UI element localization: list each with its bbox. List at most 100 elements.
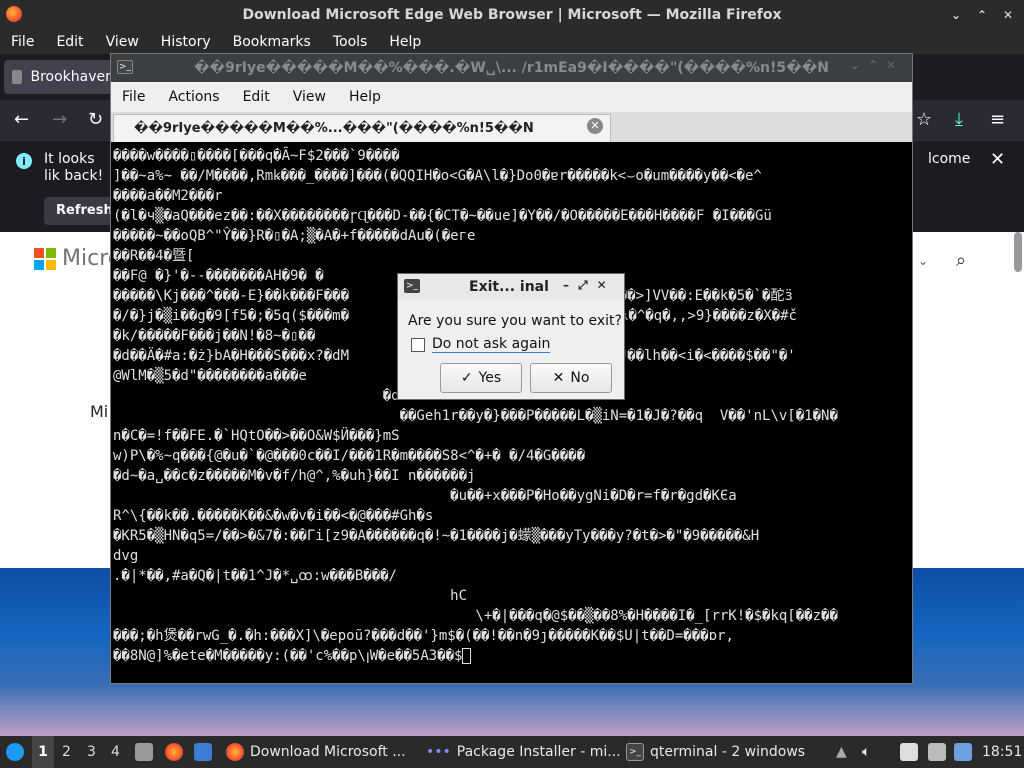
terminal-icon: >_ bbox=[117, 60, 133, 74]
taskbar-window-package-installer[interactable]: ••• Package Installer - mi... bbox=[426, 736, 621, 768]
update-notifier-icon[interactable] bbox=[954, 736, 972, 768]
network-icon[interactable] bbox=[928, 736, 946, 768]
terminal-menubar: File Actions Edit View Help bbox=[111, 82, 912, 112]
terminal-icon: >_ bbox=[626, 743, 644, 761]
terminal-line: hC bbox=[113, 588, 468, 604]
terminal-output[interactable]: ����w����▯����[���q�Ȃ~F$2���`9���� ]��~a%… bbox=[113, 146, 910, 680]
tray-scroll-icon[interactable]: ▲ bbox=[836, 736, 847, 768]
no-button[interactable]: ✕ No bbox=[530, 363, 612, 393]
search-icon[interactable]: ⌕ bbox=[956, 250, 966, 271]
clock[interactable]: 18:51 bbox=[982, 736, 1022, 768]
firefox-titlebar: Download Microsoft Edge Web Browser | Mi… bbox=[0, 0, 1024, 30]
firefox-launcher-icon[interactable] bbox=[165, 736, 183, 768]
terminal-line: �u��+x���P�Ho��ygNi�D�r=f�r�gd�KЄa bbox=[113, 488, 737, 504]
maximize-icon[interactable]: ⌃ bbox=[972, 5, 992, 25]
bookmark-star-icon[interactable]: ☆ bbox=[916, 109, 932, 130]
menu-history[interactable]: History bbox=[150, 34, 222, 50]
tab-favicon-icon bbox=[12, 70, 23, 84]
show-desktop-icon[interactable] bbox=[194, 736, 212, 768]
menu-view[interactable]: View bbox=[95, 34, 150, 50]
browser-tab-label: Brookhaven bbox=[30, 69, 114, 85]
workspace-2[interactable]: 2 bbox=[62, 736, 71, 768]
firefox-icon bbox=[226, 743, 244, 761]
menu-help[interactable]: Help bbox=[378, 34, 432, 50]
do-not-ask-label[interactable]: Do not ask again bbox=[432, 336, 551, 353]
workspace-4[interactable]: 4 bbox=[111, 736, 120, 768]
close-icon[interactable]: ✕ bbox=[998, 5, 1018, 25]
terminal-menu-file[interactable]: File bbox=[111, 89, 157, 105]
terminal-line: .�|*��,#a�Q�|t��1^J�*␣ꝏ:w���B���/ bbox=[113, 568, 397, 584]
terminal-window-controls[interactable]: ⌄⌃✕ bbox=[850, 58, 904, 72]
dialog-window-controls[interactable]: –⤢✕ bbox=[563, 278, 616, 293]
terminal-menu-actions[interactable]: Actions bbox=[157, 89, 231, 105]
forward-icon[interactable]: → bbox=[52, 109, 67, 130]
checkmark-icon: ✓ bbox=[460, 370, 473, 386]
terminal-cursor bbox=[462, 648, 472, 664]
taskbar-window-qterminal-label: qterminal - 2 windows bbox=[650, 744, 806, 760]
workspace-2-label: 2 bbox=[62, 744, 71, 760]
menu-tools[interactable]: Tools bbox=[322, 34, 379, 50]
file-manager-icon[interactable] bbox=[135, 736, 153, 768]
app-menu-icon[interactable] bbox=[6, 736, 24, 768]
refresh-button[interactable]: Refresh bbox=[44, 197, 114, 225]
terminal-line: dvg bbox=[113, 548, 139, 564]
dialog-title: Exit... inal bbox=[469, 279, 549, 295]
notification-close-icon[interactable]: ✕ bbox=[990, 149, 1005, 170]
terminal-menu-help[interactable]: Help bbox=[338, 89, 393, 105]
menu-edit[interactable]: Edit bbox=[45, 34, 94, 50]
menu-file[interactable]: File bbox=[0, 34, 45, 50]
close-tab-icon[interactable]: ✕ bbox=[587, 118, 603, 134]
workspace-1-label: 1 bbox=[38, 744, 48, 760]
info-icon: i bbox=[16, 153, 32, 169]
terminal-line: ��8N@]%�ete�M�����y:(��'c%��p\ꞁW�e��5A3�… bbox=[113, 646, 472, 666]
package-installer-icon: ••• bbox=[426, 744, 451, 760]
back-icon[interactable]: ← bbox=[14, 109, 29, 130]
no-button-label: No bbox=[570, 370, 590, 386]
terminal-line: ��R��4�暨[ bbox=[113, 248, 195, 264]
hamburger-menu-icon[interactable]: ≡ bbox=[990, 109, 1005, 130]
terminal-line: �d~�a␣��c�z�����M�v�f/h@^,%�uh}��I n����… bbox=[113, 468, 476, 484]
terminal-line: @WlM�▒5�d"��������a���e bbox=[113, 368, 307, 384]
terminal-line: \+�|���q�@$��▒��8%�H����I�_[rrK!�$�kq[��… bbox=[113, 608, 838, 624]
firefox-menubar: File Edit View History Bookmarks Tools H… bbox=[0, 30, 1024, 54]
menu-bookmarks[interactable]: Bookmarks bbox=[222, 34, 322, 50]
workspace-1[interactable]: 1 bbox=[32, 736, 54, 768]
workspace-3[interactable]: 3 bbox=[87, 736, 96, 768]
do-not-ask-checkbox[interactable] bbox=[411, 338, 425, 352]
terminal-line: ����a��M2���r bbox=[113, 188, 223, 204]
terminal-line: ��F@ �}'�--�������AH�9� � bbox=[113, 268, 333, 284]
volume-icon[interactable]: 🔈︎ bbox=[862, 736, 870, 768]
terminal-titlebar: >_ ��9rIye�����M��%���.�W␣\... /r1mEa9�I… bbox=[111, 54, 912, 82]
terminal-line: �k/�����F���j��N!�8~�▯�� bbox=[113, 328, 316, 344]
terminal-menu-edit[interactable]: Edit bbox=[232, 89, 282, 105]
taskbar-window-package-installer-label: Package Installer - mi... bbox=[456, 744, 621, 760]
workspace-3-label: 3 bbox=[87, 744, 96, 760]
minimize-icon[interactable]: ⌄ bbox=[946, 5, 966, 25]
taskbar-window-qterminal[interactable]: >_ qterminal - 2 windows bbox=[626, 736, 805, 768]
terminal-tab-label: ��9rIye�����M��%...���"(����%n!5��N bbox=[134, 121, 534, 136]
terminal-line: ����w����▯����[���q�Ȃ~F$2���`9���� bbox=[113, 148, 400, 164]
reload-icon[interactable]: ↻ bbox=[88, 109, 103, 130]
terminal-line: ���;�h煲��rwG_�.�h:���X]\�epoũ?���d��'}m$… bbox=[113, 628, 734, 644]
taskbar-window-firefox[interactable]: Download Microsoft ... bbox=[226, 736, 406, 768]
yes-button[interactable]: ✓ Yes bbox=[440, 363, 522, 393]
terminal-line: �KR5�▒HN�q5=/��>�&7�:��Γi[z9�A������q�!~… bbox=[113, 528, 760, 544]
yes-button-label: Yes bbox=[478, 370, 502, 386]
notification-text: It looks lik back! bbox=[44, 151, 104, 184]
terminal-line: �d bbox=[113, 388, 400, 404]
x-icon: ✕ bbox=[552, 370, 565, 386]
clock-label: 18:51 bbox=[982, 744, 1023, 760]
terminal-menu-view[interactable]: View bbox=[282, 89, 338, 105]
downloads-icon[interactable]: ⤓ bbox=[955, 109, 963, 130]
browser-tab[interactable]: Brookhaven bbox=[4, 60, 114, 94]
page-body-text-left: Mi bbox=[90, 402, 109, 421]
firefox-icon bbox=[6, 6, 22, 22]
terminal-icon: >_ bbox=[404, 279, 420, 293]
terminal-tab[interactable]: ��9rIye�����M��%...���"(����%n!5��N bbox=[113, 114, 611, 142]
page-scrollbar[interactable] bbox=[1014, 232, 1022, 272]
terminal-line: (�l�ч▒�aQ���ez��:��X��������ɼɊ���D-��{�C… bbox=[113, 208, 772, 224]
taskbar: 1 2 3 4 Download Microsoft ... ••• Packa… bbox=[0, 736, 1024, 768]
chevron-down-icon[interactable]: ⌄ bbox=[918, 254, 928, 268]
clipboard-icon[interactable] bbox=[900, 736, 918, 768]
terminal-line: ]��~a%~ ��/M����,Rmꝃ���_����]���(�QQIH�o… bbox=[113, 168, 762, 184]
